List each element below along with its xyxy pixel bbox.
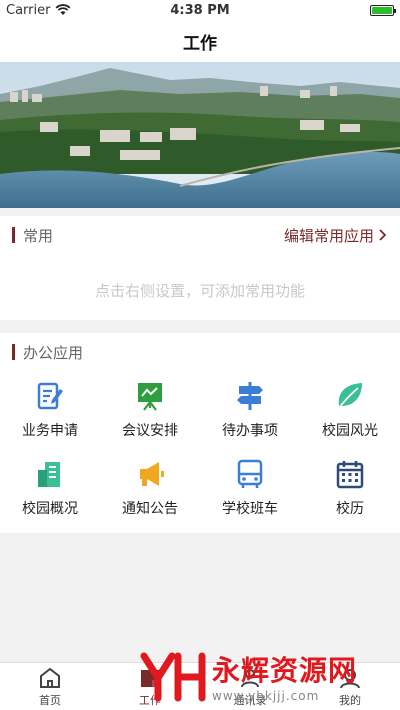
app-label: 业务申请 [22,423,78,439]
chevron-right-icon [379,229,387,241]
form-edit-icon [37,382,63,410]
app-todo-items[interactable]: 待办事项 [200,371,300,449]
watermark-logo-icon [140,652,206,702]
watermark-url: www.yhkjjj.com [212,689,320,703]
page-title: 工作 [183,33,217,54]
office-title-label: 办公应用 [23,343,84,362]
common-section: 常用 编辑常用应用 点击右侧设置，可添加常用功能 [0,216,400,320]
bus-icon [237,459,263,488]
app-label: 待办事项 [222,423,278,439]
office-app-grid: 业务申请 会议安排 待办事项 校园风光 校园概况 通知公告 学校班车 校历 [0,371,400,527]
calendar-icon [336,461,364,489]
watermark-overlay: 永辉资源网 www.yhkjjj.com [138,646,378,706]
app-label: 学校班车 [222,501,278,517]
megaphone-icon [140,462,164,486]
watermark-title: 永辉资源网 [212,654,358,687]
office-section: 办公应用 业务申请 会议安排 待办事项 校园风光 校园概况 通知公告 学校班车 … [0,333,400,533]
app-label: 校园概况 [22,501,78,517]
battery-level [372,6,392,14]
status-bar: Carrier 4:38 PM [0,0,400,20]
edit-common-apps-link[interactable]: 编辑常用应用 [284,225,388,246]
app-campus-scenery[interactable]: 校园风光 [300,371,400,449]
nav-bar: 工作 [0,20,400,62]
common-section-header: 常用 编辑常用应用 [0,216,400,254]
home-icon [40,667,60,688]
tab-label: 首页 [39,693,61,707]
app-school-calendar[interactable]: 校历 [300,449,400,527]
office-section-title: 办公应用 [12,342,83,363]
app-label: 通知公告 [122,501,178,517]
app-meeting-schedule[interactable]: 会议安排 [100,371,200,449]
presentation-icon [138,383,162,411]
app-label: 会议安排 [122,423,178,439]
section-accent-bar [12,227,15,243]
leaf-icon [338,383,362,409]
app-campus-overview[interactable]: 校园概况 [0,449,100,527]
app-label: 校历 [336,501,364,517]
app-label: 校园风光 [322,423,378,439]
campus-banner-image[interactable] [0,62,400,208]
app-business-application[interactable]: 业务申请 [0,371,100,449]
common-empty-hint: 点击右侧设置，可添加常用功能 [94,282,305,300]
battery-icon [370,4,396,16]
status-time: 4:38 PM [170,2,230,18]
office-section-header: 办公应用 [0,333,400,371]
edit-common-apps-label: 编辑常用应用 [283,226,374,245]
tab-home[interactable]: 首页 [0,663,100,710]
common-title-label: 常用 [23,226,54,245]
watermark-text: 永辉资源网 www.yhkjjj.com [212,649,357,703]
building-icon [38,462,60,487]
signpost-icon [237,382,263,410]
app-school-bus[interactable]: 学校班车 [200,449,300,527]
campus-aerial-photo [0,62,400,208]
section-accent-bar [12,344,15,360]
app-notice-announcement[interactable]: 通知公告 [100,449,200,527]
common-section-title: 常用 [12,225,53,246]
